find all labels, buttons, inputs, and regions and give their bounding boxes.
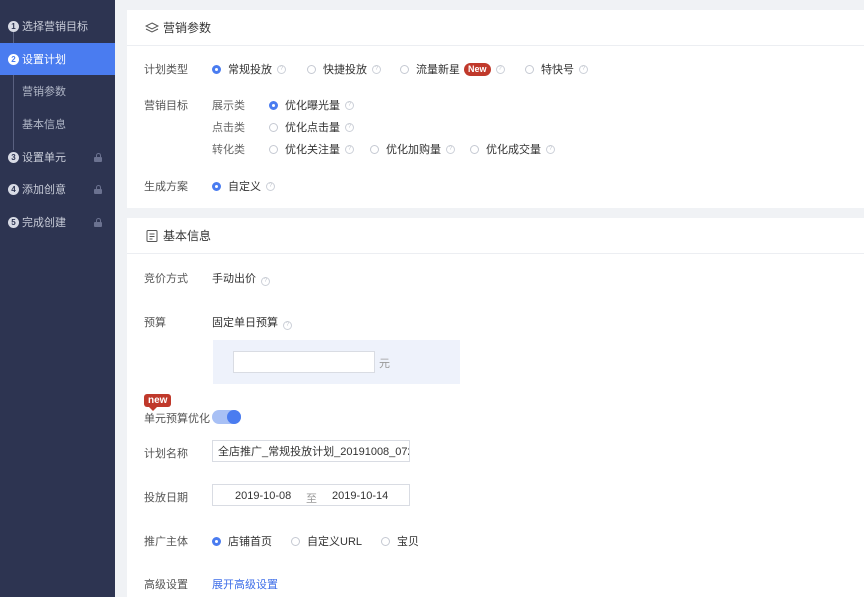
- sidebar-subitem-basic-info[interactable]: 基本信息: [0, 108, 115, 140]
- bid-label: 竞价方式: [144, 273, 188, 285]
- help-icon[interactable]: ?: [579, 64, 588, 74]
- goal-label: 营销目标: [144, 100, 188, 112]
- layers-icon: [145, 21, 159, 33]
- date-range-picker[interactable]: 2019-10-08 至 2019-10-14: [212, 484, 410, 506]
- date-start[interactable]: 2019-10-08: [235, 490, 291, 502]
- plan-name-label: 计划名称: [144, 448, 188, 460]
- subitem-label: 营销参数: [22, 86, 66, 98]
- new-badge: New: [464, 62, 491, 76]
- goal-group-conversion: 转化类: [212, 144, 245, 156]
- budget-input[interactable]: [233, 351, 375, 373]
- advanced-label: 高级设置: [144, 579, 188, 591]
- plan-type-label: 计划类型: [144, 64, 188, 76]
- help-icon[interactable]: ?: [345, 122, 354, 132]
- step-number: 5: [8, 216, 19, 228]
- date-separator: 至: [306, 493, 317, 505]
- panel-header: 营销参数: [127, 10, 864, 46]
- bid-value: 手动出价?: [212, 270, 270, 286]
- panel-header: 基本信息: [127, 218, 864, 254]
- goal-group-click: 点击类: [212, 122, 245, 134]
- promo-opt-custom-url[interactable]: 自定义URL: [291, 533, 362, 549]
- lock-icon: [94, 153, 102, 162]
- unit-budget-opt-label: 单元预算优化: [144, 413, 210, 425]
- budget-type: 固定单日预算?: [212, 314, 292, 330]
- lock-icon: [94, 185, 102, 194]
- plan-type-quick[interactable]: 快捷投放?: [307, 61, 381, 77]
- goal-group-display: 展示类: [212, 100, 245, 112]
- step-number: 3: [8, 151, 19, 163]
- promo-opt-item[interactable]: 宝贝: [381, 533, 419, 549]
- promo-opt-store-home[interactable]: 店铺首页: [212, 533, 272, 549]
- goal-opt-clicks[interactable]: 优化点击量?: [269, 119, 354, 135]
- goal-opt-exposure[interactable]: 优化曝光量?: [269, 97, 354, 113]
- goal-opt-cart[interactable]: 优化加购量?: [370, 141, 455, 157]
- help-icon[interactable]: ?: [546, 144, 555, 154]
- lock-icon: [94, 218, 102, 227]
- step-number: 4: [8, 183, 19, 195]
- panel-title: 基本信息: [163, 229, 212, 243]
- new-tag: new: [144, 394, 172, 411]
- sidebar-step-add-creative[interactable]: 4 添加创意: [0, 173, 115, 205]
- help-icon[interactable]: ?: [283, 321, 292, 330]
- plan-type-regular[interactable]: 常规投放?: [212, 61, 286, 77]
- sidebar-subitem-marketing-params[interactable]: 营销参数: [0, 75, 115, 107]
- step-label: 完成创建: [22, 217, 66, 229]
- budget-label: 预算: [144, 317, 166, 329]
- help-icon[interactable]: ?: [345, 144, 354, 154]
- basic-info-panel: 基本信息 竞价方式 手动出价? 预算 固定单日预算? 元 new 单元预算优化 …: [127, 218, 864, 597]
- help-icon[interactable]: ?: [277, 64, 286, 74]
- help-icon[interactable]: ?: [261, 277, 270, 286]
- budget-unit: 元: [379, 358, 390, 370]
- expand-advanced-link[interactable]: 展开高级设置: [212, 576, 278, 592]
- sidebar-step-set-unit[interactable]: 3 设置单元: [0, 141, 115, 173]
- step-label: 设置单元: [22, 152, 66, 164]
- document-icon: [146, 229, 158, 242]
- budget-box: 元: [213, 340, 460, 384]
- step-number: 1: [8, 20, 19, 32]
- step-label: 选择营销目标: [22, 21, 88, 33]
- date-end[interactable]: 2019-10-14: [332, 490, 388, 502]
- subitem-label: 基本信息: [22, 119, 66, 131]
- help-icon[interactable]: ?: [266, 181, 275, 191]
- scheme-label: 生成方案: [144, 181, 188, 193]
- step-number: 2: [8, 53, 19, 65]
- promo-subject-label: 推广主体: [144, 536, 188, 548]
- help-icon[interactable]: ?: [372, 64, 381, 74]
- goal-opt-follows[interactable]: 优化关注量?: [269, 141, 354, 157]
- panel-title: 营销参数: [163, 21, 212, 35]
- sidebar-step-select-goal[interactable]: 1 选择营销目标: [0, 10, 115, 42]
- sidebar-step-finish[interactable]: 5 完成创建: [0, 206, 115, 238]
- step-label: 设置计划: [22, 54, 66, 66]
- sidebar: 1 选择营销目标 2 设置计划 营销参数 基本信息 3 设置单元 4 添加创意 …: [0, 0, 115, 597]
- scheme-opt-custom[interactable]: 自定义?: [212, 178, 275, 194]
- plan-type-express[interactable]: 特快号?: [525, 61, 588, 77]
- help-icon[interactable]: ?: [495, 64, 505, 74]
- plan-name-input[interactable]: 全店推广_常规投放计划_20191008_072: [212, 440, 410, 462]
- help-icon[interactable]: ?: [446, 144, 455, 154]
- plan-type-traffic-star[interactable]: 流量新星 New?: [400, 61, 505, 77]
- marketing-params-panel: 营销参数 计划类型 常规投放? 快捷投放? 流量新星 New? 特快号? 营销目标…: [127, 10, 864, 208]
- date-label: 投放日期: [144, 492, 188, 504]
- help-icon[interactable]: ?: [345, 100, 354, 110]
- sidebar-step-set-plan[interactable]: 2 设置计划: [0, 43, 115, 75]
- goal-opt-deals[interactable]: 优化成交量?: [470, 141, 555, 157]
- step-label: 添加创意: [22, 184, 66, 196]
- unit-budget-opt-toggle[interactable]: [212, 410, 241, 424]
